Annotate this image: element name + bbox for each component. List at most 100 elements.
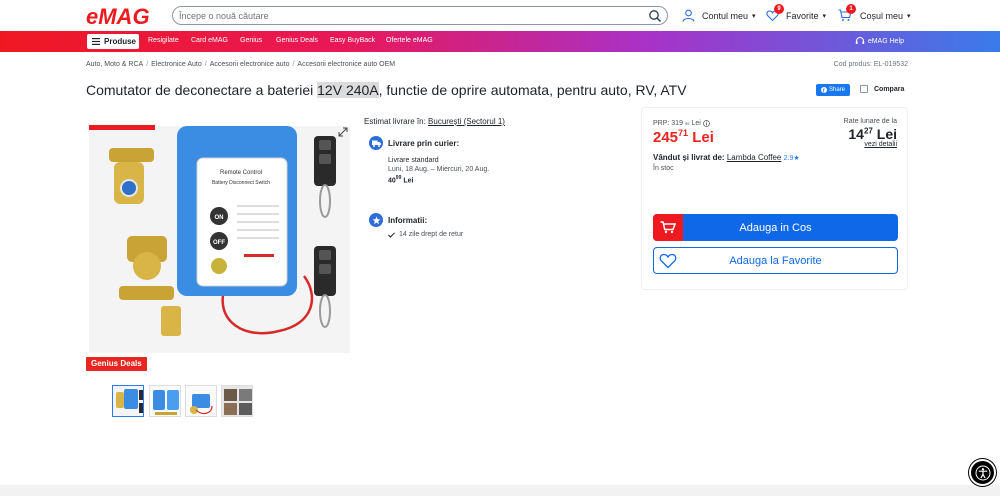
- seller-info: Vândut și livrat de: Lambda Coffee 2.9★: [653, 153, 800, 162]
- battery-switch-photo: Remote Control Battery Disconnect Switch…: [89, 126, 350, 353]
- thumbnail-2[interactable]: [149, 385, 181, 417]
- thumbnail-image: [150, 386, 180, 416]
- thumbnail-3[interactable]: [185, 385, 217, 417]
- product-main-image[interactable]: Remote Control Battery Disconnect Switch…: [89, 126, 350, 353]
- emag-logo[interactable]: eMAG: [86, 5, 162, 27]
- nav-link-genius[interactable]: Genius: [240, 37, 262, 44]
- search-box: [172, 6, 668, 25]
- breadcrumb-item[interactable]: Electronice Auto: [151, 61, 202, 68]
- cart-icon: [653, 214, 683, 241]
- footer-strip: [0, 485, 1000, 496]
- prp-currency: Lei: [691, 120, 701, 127]
- device-label-remote: Remote Control: [220, 170, 262, 176]
- cart-label: Coșul meu: [860, 10, 904, 21]
- device-label-switch: Battery Disconnect Switch: [212, 180, 270, 186]
- current-price: 24571 Lei: [653, 128, 714, 146]
- star-icon: ★: [793, 155, 800, 162]
- breadcrumb-item[interactable]: Auto, Moto & RCA: [86, 61, 143, 68]
- star-badge-icon: [369, 213, 383, 227]
- add-to-favorites-label: Adauga la Favorite: [729, 254, 822, 267]
- heart-icon: [659, 253, 677, 269]
- thumbnail-image: [186, 386, 216, 416]
- device-on-label: ON: [215, 215, 224, 221]
- price-cents: 71: [678, 128, 689, 138]
- favorites-count-badge: 9: [774, 4, 784, 14]
- product-code: Cod produs: EL-019532: [833, 61, 908, 68]
- account-label: Contul meu: [702, 10, 749, 21]
- favorites-menu[interactable]: 9 Favorite ▾: [766, 4, 826, 22]
- truck-icon: [369, 136, 383, 150]
- seller-name-link[interactable]: Lambda Coffee: [727, 153, 782, 162]
- price-main: 245: [653, 129, 679, 146]
- compare-toggle[interactable]: Compara: [860, 85, 904, 93]
- breadcrumb: Auto, Moto & RCA / Electronice Auto / Acceso…: [86, 61, 396, 68]
- title-prefix: Comutator de deconectare a bateriei: [86, 82, 318, 98]
- nav-link-easy-buyback[interactable]: Easy BuyBack: [330, 37, 375, 44]
- courier-title: Livrare prin curier:: [388, 139, 460, 148]
- expand-icon[interactable]: [338, 127, 348, 137]
- delivery-location-link[interactable]: București (Sectorul 1): [428, 117, 505, 126]
- nav-link-genius-deals[interactable]: Genius Deals: [276, 37, 318, 44]
- accessibility-icon: [975, 465, 990, 480]
- return-policy: 14 zile drept de retur: [388, 231, 463, 238]
- headset-icon: [855, 37, 865, 44]
- seller-label: Vândut și livrat de:: [653, 153, 725, 162]
- rate-details-link[interactable]: vezi detalii: [864, 141, 897, 148]
- seller-rating: 2.9: [783, 155, 794, 162]
- nav-link-resigilate[interactable]: Resigilate: [148, 37, 179, 44]
- page-title: Comutator de deconectare a bateriei 12V …: [86, 82, 687, 98]
- monthly-rate-label: Rate lunare de la: [843, 118, 897, 125]
- genius-deals-badge: Genius Deals: [86, 357, 147, 371]
- buy-box: PRP: 319 99 Lei 24571 Lei Rate lunare de …: [641, 107, 908, 290]
- delivery-section: Estimat livrare în: București (Sectorul …: [364, 117, 624, 238]
- search-input[interactable]: [179, 8, 639, 23]
- accessibility-button[interactable]: [969, 459, 996, 486]
- device-off-label: OFF: [213, 240, 225, 246]
- thumbnail-image: [222, 386, 252, 416]
- thumbnail-1[interactable]: [112, 385, 144, 417]
- facebook-icon: f: [820, 87, 827, 93]
- facebook-share-button[interactable]: f Share: [816, 84, 850, 96]
- thumbnail-4[interactable]: [221, 385, 253, 417]
- check-icon: [388, 231, 395, 238]
- nav-link-ofertele-emag[interactable]: Ofertele eMAG: [386, 37, 433, 44]
- rate-main: 14: [848, 126, 864, 142]
- share-label: Share: [828, 87, 845, 93]
- delivery-estimate: Estimat livrare în: București (Sectorul …: [364, 117, 624, 126]
- prp-cents: 99: [684, 121, 690, 126]
- delivery-price-cents: 99: [395, 175, 402, 181]
- monthly-rate-value: 1427 Lei: [848, 126, 897, 142]
- compare-checkbox[interactable]: [860, 85, 868, 93]
- standard-delivery-label: Livrare standard: [388, 157, 439, 164]
- prp-label: PRP: 319: [653, 120, 683, 127]
- user-icon: [682, 9, 695, 22]
- chevron-down-icon: ▾: [907, 12, 911, 20]
- return-text: 14 zile drept de retur: [399, 231, 464, 238]
- breadcrumb-item[interactable]: Accesorii electronice auto OEM: [297, 61, 395, 68]
- svg-text:eMAG: eMAG: [86, 5, 150, 27]
- account-menu[interactable]: Contul meu ▾: [682, 9, 756, 22]
- cart-menu[interactable]: 1 Coșul meu ▾: [838, 4, 911, 22]
- emag-help-link[interactable]: eMAG Help: [855, 36, 904, 46]
- add-to-cart-button[interactable]: Adauga in Cos: [653, 214, 898, 241]
- help-label: eMAG Help: [867, 37, 904, 45]
- rate-currency: Lei: [876, 126, 897, 142]
- stock-status: În stoc: [653, 165, 674, 172]
- delivery-price-currency: Lei: [403, 177, 414, 185]
- prp-price: PRP: 319 99 Lei: [653, 120, 710, 127]
- add-to-favorites-button[interactable]: Adauga la Favorite: [653, 247, 898, 274]
- top-header: eMAG Contul meu ▾ 9 Favorite ▾: [0, 0, 1000, 31]
- info-icon[interactable]: [702, 120, 710, 127]
- hamburger-icon: [92, 38, 100, 45]
- delivery-dates: Luni, 18 Aug. – Miercuri, 20 Aug.: [388, 166, 490, 173]
- thumbnail-image: [113, 386, 143, 416]
- main-navbar: Produse Resigilate Card eMAG Genius Geni…: [0, 31, 1000, 52]
- compare-label: Compara: [874, 85, 905, 93]
- nav-link-card-emag[interactable]: Card eMAG: [191, 37, 228, 44]
- title-suffix: , functie de oprire automata, pentru aut…: [378, 82, 687, 98]
- products-menu-button[interactable]: Produse: [87, 34, 139, 49]
- favorites-label: Favorite: [786, 10, 819, 21]
- breadcrumb-item[interactable]: Accesorii electronice auto: [210, 61, 290, 68]
- search-icon[interactable]: [648, 9, 662, 23]
- cart-count-badge: 1: [846, 4, 856, 14]
